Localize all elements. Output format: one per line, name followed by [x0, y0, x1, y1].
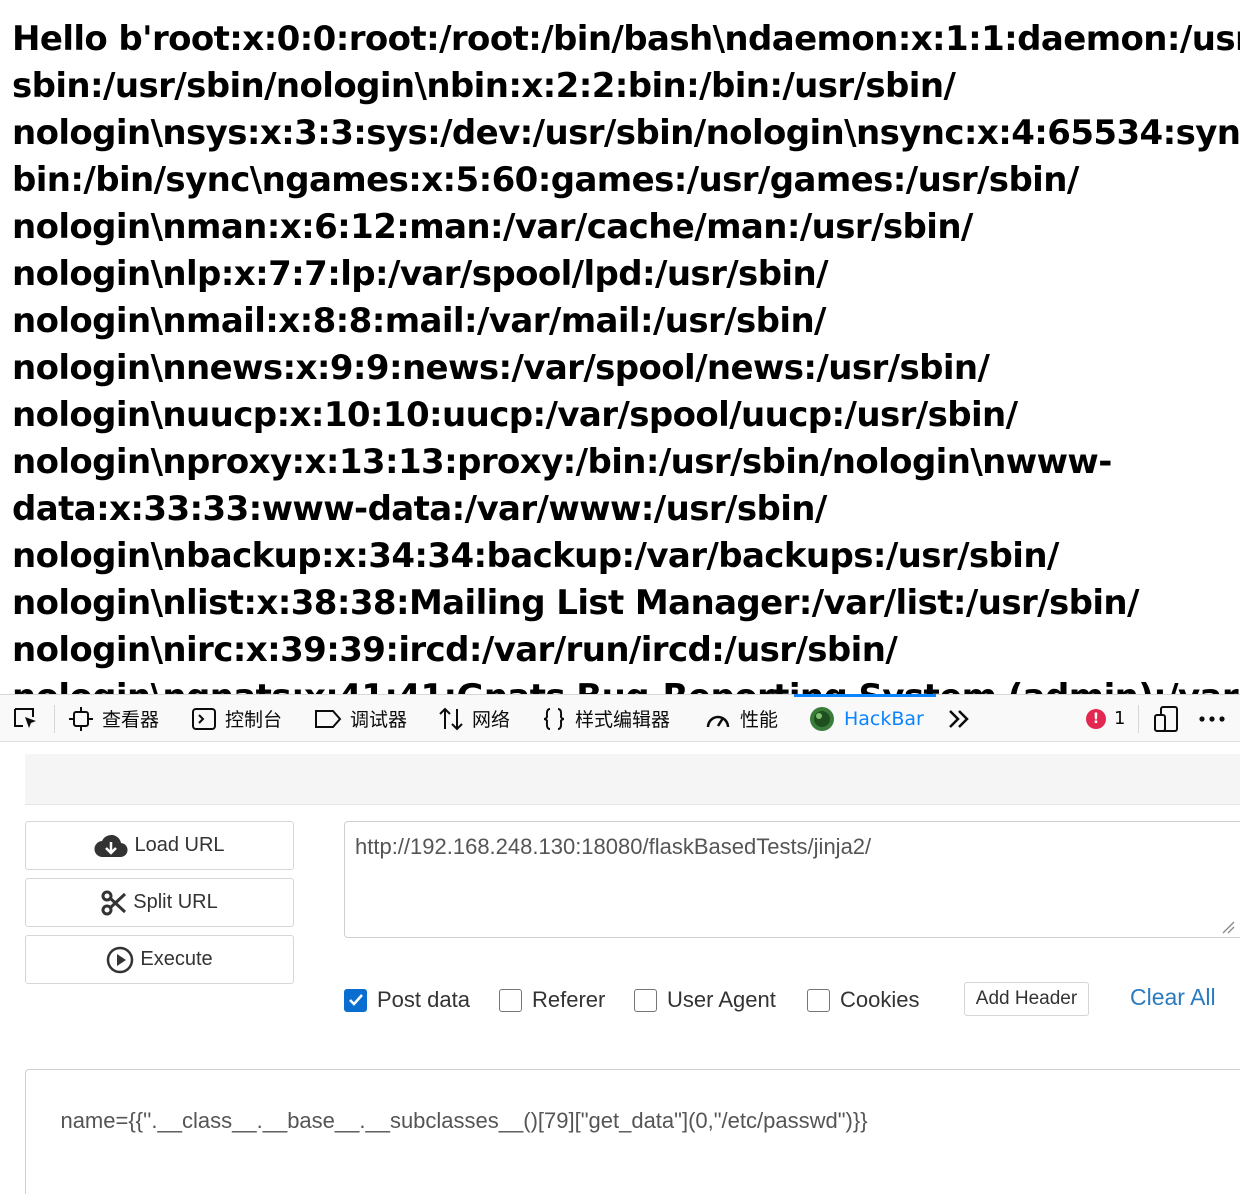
cookies-option[interactable]: Cookies — [807, 985, 919, 1015]
tab-inspector[interactable]: 查看器 — [68, 695, 159, 742]
error-count-badge[interactable]: ! 1 — [1086, 695, 1125, 742]
error-count: 1 — [1114, 708, 1126, 729]
network-icon — [439, 707, 463, 730]
console-icon — [192, 707, 216, 730]
tab-performance[interactable]: 性能 — [704, 695, 778, 742]
post-data-textarea[interactable]: name={{''.__class__.__base__.__subclasse… — [25, 1069, 1240, 1194]
user-agent-checkbox[interactable] — [634, 988, 657, 1012]
tab-label: 调试器 — [350, 709, 408, 731]
split-url-button[interactable]: Split URL — [25, 878, 294, 927]
tab-network[interactable]: 网络 — [438, 695, 510, 742]
referer-checkbox[interactable] — [499, 988, 522, 1012]
tab-debugger[interactable]: 调试器 — [314, 695, 407, 742]
post-data-checkbox[interactable] — [344, 988, 367, 1012]
option-label: User Agent — [667, 987, 776, 1012]
load-url-button[interactable]: Load URL — [25, 821, 294, 870]
page-output: Hello b'root:x:0:0:root:/root:/bin/bash\… — [0, 0, 1240, 694]
options-menu-button[interactable] — [1197, 695, 1227, 742]
hackbar-menu-bar — [25, 754, 1240, 805]
play-circle-icon — [107, 946, 134, 973]
performance-icon — [706, 715, 730, 727]
button-label: Load URL — [134, 834, 225, 856]
element-picker-button[interactable] — [12, 695, 40, 742]
inspector-icon — [69, 706, 93, 731]
tab-style-editor[interactable]: 样式编辑器 — [541, 695, 670, 742]
scissors-icon — [101, 890, 127, 915]
resize-grip-icon[interactable] — [1221, 920, 1235, 934]
toolbar-separator — [1138, 705, 1139, 733]
element-picker-icon — [14, 707, 36, 728]
url-textarea[interactable]: http://192.168.248.130:18080/flaskBasedT… — [344, 821, 1240, 938]
execute-button[interactable]: Execute — [25, 935, 294, 984]
cloud-download-icon — [94, 834, 128, 857]
style-editor-icon — [543, 707, 565, 730]
button-label: Split URL — [133, 891, 218, 913]
responsive-design-icon — [1154, 705, 1178, 732]
tab-label: HackBar — [844, 707, 924, 730]
more-tabs-button[interactable] — [946, 695, 972, 742]
option-label: Cookies — [840, 987, 920, 1012]
tab-label: 控制台 — [225, 709, 283, 731]
toolbar-separator — [54, 705, 55, 733]
devtools-toolbar: 查看器 控制台 调试器 网络 样式编辑器 性能 HackBar ! 1 — [0, 694, 1240, 742]
hackbar-icon — [810, 706, 834, 731]
cookies-checkbox[interactable] — [807, 988, 830, 1012]
option-label: Post data — [377, 987, 470, 1012]
chevron-double-right-icon — [949, 709, 969, 728]
url-value: http://192.168.248.130:18080/flaskBasedT… — [355, 834, 872, 859]
tab-label: 性能 — [740, 709, 779, 731]
tab-console[interactable]: 控制台 — [191, 695, 282, 742]
option-label: Referer — [532, 987, 606, 1012]
responsive-design-button[interactable] — [1153, 695, 1181, 742]
tab-label: 样式编辑器 — [575, 709, 671, 731]
check-icon — [348, 994, 363, 1006]
post-data-option[interactable]: Post data — [344, 985, 470, 1015]
add-header-button[interactable]: Add Header — [964, 982, 1089, 1016]
tab-label: 网络 — [472, 709, 511, 731]
response-heading: Hello b'root:x:0:0:root:/root:/bin/bash\… — [12, 19, 1240, 694]
tab-label: 查看器 — [102, 709, 160, 731]
hackbar-panel: Load URL Split URL Execute http://192.16… — [0, 742, 1240, 1194]
user-agent-option[interactable]: User Agent — [634, 985, 776, 1015]
button-label: Execute — [140, 948, 213, 970]
tab-hackbar[interactable]: HackBar — [808, 695, 924, 742]
more-horizontal-icon — [1199, 715, 1225, 722]
error-icon: ! — [1086, 708, 1106, 729]
clear-all-link[interactable]: Clear All — [1130, 984, 1216, 1011]
post-data-value: name={{''.__class__.__base__.__subclasse… — [60, 1108, 868, 1133]
referer-option[interactable]: Referer — [499, 985, 605, 1015]
debugger-icon — [315, 709, 342, 728]
